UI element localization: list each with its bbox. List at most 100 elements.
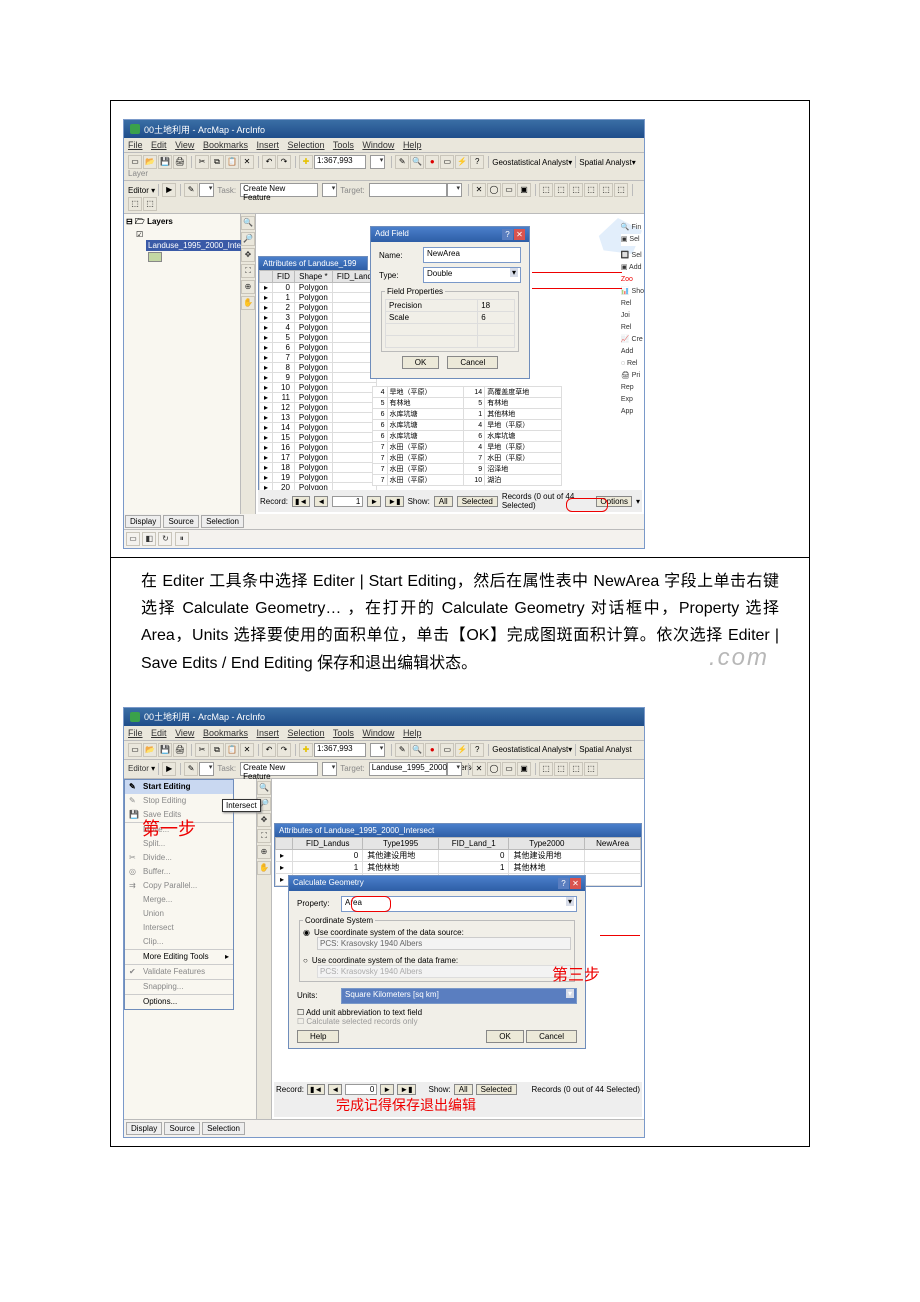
tool6-icon[interactable]: ⬚: [554, 183, 568, 197]
help-button[interactable]: Help: [297, 1030, 339, 1043]
editor-menu[interactable]: Editor: [128, 186, 149, 195]
copy-parallel-item[interactable]: ⇉Copy Parallel...: [125, 879, 233, 893]
scale-dropdown[interactable]: [370, 155, 385, 169]
cancel-button[interactable]: Cancel: [526, 1030, 577, 1043]
show-selected-button[interactable]: Selected: [476, 1084, 517, 1095]
task-combo[interactable]: Create New Feature: [240, 762, 318, 776]
editor-tool-icon[interactable]: ✎: [395, 155, 409, 169]
units-dropdown[interactable]: Square Kilometers [sq km]: [341, 988, 577, 1004]
tool4-icon[interactable]: ▣: [517, 762, 531, 776]
select-icon[interactable]: ●: [425, 155, 439, 169]
tab-source[interactable]: Source: [164, 1122, 199, 1135]
view-data-icon[interactable]: ◧: [142, 532, 156, 546]
scale-dropdown[interactable]: [370, 743, 385, 757]
cancel-button[interactable]: Cancel: [447, 356, 498, 369]
tool5-icon[interactable]: ⬚: [539, 183, 553, 197]
radio-unselected-icon[interactable]: ○: [303, 956, 308, 965]
sketch-dropdown[interactable]: [199, 762, 214, 776]
edit-tool-icon[interactable]: ▶: [162, 183, 176, 197]
next-record-button[interactable]: ►: [367, 496, 381, 507]
menu-view[interactable]: View: [175, 728, 194, 738]
pan-icon[interactable]: ✥: [241, 248, 255, 262]
editor-menu[interactable]: Editor: [128, 764, 149, 773]
hand-icon[interactable]: ✋: [241, 296, 255, 310]
target-dropdown[interactable]: [447, 183, 462, 197]
hand-icon[interactable]: ✋: [257, 861, 271, 875]
select-icon[interactable]: ●: [425, 743, 439, 757]
undo-icon[interactable]: ↶: [262, 743, 276, 757]
pause-icon[interactable]: ⏸: [175, 532, 189, 546]
scale-input[interactable]: 1:367,993: [314, 155, 366, 169]
open-icon[interactable]: 📂: [143, 155, 157, 169]
menu-edit[interactable]: Edit: [151, 728, 167, 738]
open-icon[interactable]: 📂: [143, 743, 157, 757]
copy-icon[interactable]: ⧉: [210, 155, 224, 169]
menu-insert[interactable]: Insert: [256, 140, 279, 150]
tool5-icon[interactable]: ⬚: [539, 762, 553, 776]
show-all-button[interactable]: All: [434, 496, 453, 507]
cut-icon[interactable]: ✂: [195, 743, 209, 757]
task-dropdown[interactable]: [322, 762, 337, 776]
tab-source[interactable]: Source: [163, 515, 198, 528]
add-data-icon[interactable]: ✚: [299, 743, 313, 757]
paste-icon[interactable]: 📋: [225, 155, 239, 169]
edit-tool-icon[interactable]: ▶: [162, 762, 176, 776]
measure-icon[interactable]: ▭: [440, 743, 454, 757]
fixed-zoom-in-icon[interactable]: ⊕: [241, 280, 255, 294]
intersect-item[interactable]: Intersect: [125, 921, 233, 935]
zoom-in-icon[interactable]: 🔍: [241, 216, 255, 230]
clip-item[interactable]: Clip...: [125, 935, 233, 949]
ok-button[interactable]: OK: [486, 1030, 524, 1043]
more-editing-tools-item[interactable]: More Editing Tools ▸: [125, 950, 233, 964]
menu-view[interactable]: View: [175, 140, 194, 150]
next-record-button[interactable]: ►: [380, 1084, 394, 1095]
union-item[interactable]: Union: [125, 907, 233, 921]
add-data-icon[interactable]: ✚: [299, 155, 313, 169]
validate-features-item[interactable]: ✔Validate Features: [125, 965, 233, 979]
target-combo[interactable]: Landuse_1995_2000_Interse: [369, 762, 447, 776]
find-icon[interactable]: 🔍: [410, 743, 424, 757]
buffer-item[interactable]: ◎Buffer...: [125, 865, 233, 879]
tool8-icon[interactable]: ⬚: [584, 762, 598, 776]
print-icon[interactable]: 🖨: [173, 743, 187, 757]
copy-icon[interactable]: ⧉: [210, 743, 224, 757]
hyperlink-icon[interactable]: ⚡: [455, 743, 469, 757]
first-record-button[interactable]: ▮◄: [292, 496, 310, 507]
menu-bookmarks[interactable]: Bookmarks: [203, 140, 248, 150]
redo-icon[interactable]: ↷: [277, 155, 291, 169]
add-unit-abbr-option[interactable]: Add unit abbreviation to text field: [306, 1008, 422, 1017]
menu-window[interactable]: Window: [362, 728, 394, 738]
checkbox-icon[interactable]: ☐: [297, 1008, 304, 1017]
help-button-icon[interactable]: ?: [558, 878, 569, 889]
view-layout-icon[interactable]: ▭: [126, 532, 140, 546]
merge-item[interactable]: Merge...: [125, 893, 233, 907]
scale-value[interactable]: 6: [478, 312, 515, 324]
tool8-icon[interactable]: ⬚: [584, 183, 598, 197]
last-record-button[interactable]: ►▮: [397, 1084, 415, 1095]
show-all-button[interactable]: All: [454, 1084, 473, 1095]
toc-root[interactable]: Layers: [147, 217, 173, 226]
new-icon[interactable]: ▭: [128, 743, 142, 757]
tool11-icon[interactable]: ⬚: [128, 197, 142, 211]
tool7-icon[interactable]: ⬚: [569, 183, 583, 197]
sketch-dropdown[interactable]: [199, 183, 214, 197]
start-editing-item[interactable]: ✎ Start Editing: [125, 780, 233, 794]
tool9-icon[interactable]: ⬚: [599, 183, 613, 197]
hyperlink-icon[interactable]: ⚡: [455, 155, 469, 169]
menu-selection[interactable]: Selection: [288, 728, 325, 738]
find-icon[interactable]: 🔍: [410, 155, 424, 169]
snapping-item[interactable]: Snapping...: [125, 980, 233, 994]
tool2-icon[interactable]: ◯: [487, 762, 501, 776]
use-data-frame-cs[interactable]: Use coordinate system of the data frame:: [312, 956, 458, 965]
tab-selection[interactable]: Selection: [202, 1122, 245, 1135]
menu-insert[interactable]: Insert: [256, 728, 279, 738]
tool1-icon[interactable]: ✕: [472, 762, 486, 776]
print-icon[interactable]: 🖨: [173, 155, 187, 169]
cut-icon[interactable]: ✂: [195, 155, 209, 169]
task-combo[interactable]: Create New Feature: [240, 183, 318, 197]
precision-value[interactable]: 18: [478, 300, 515, 312]
geostat-analyst-menu[interactable]: Geostatistical Analyst: [492, 745, 568, 754]
new-icon[interactable]: ▭: [128, 155, 142, 169]
sketch-tool-icon[interactable]: ✎: [184, 183, 198, 197]
menu-help[interactable]: Help: [403, 728, 422, 738]
